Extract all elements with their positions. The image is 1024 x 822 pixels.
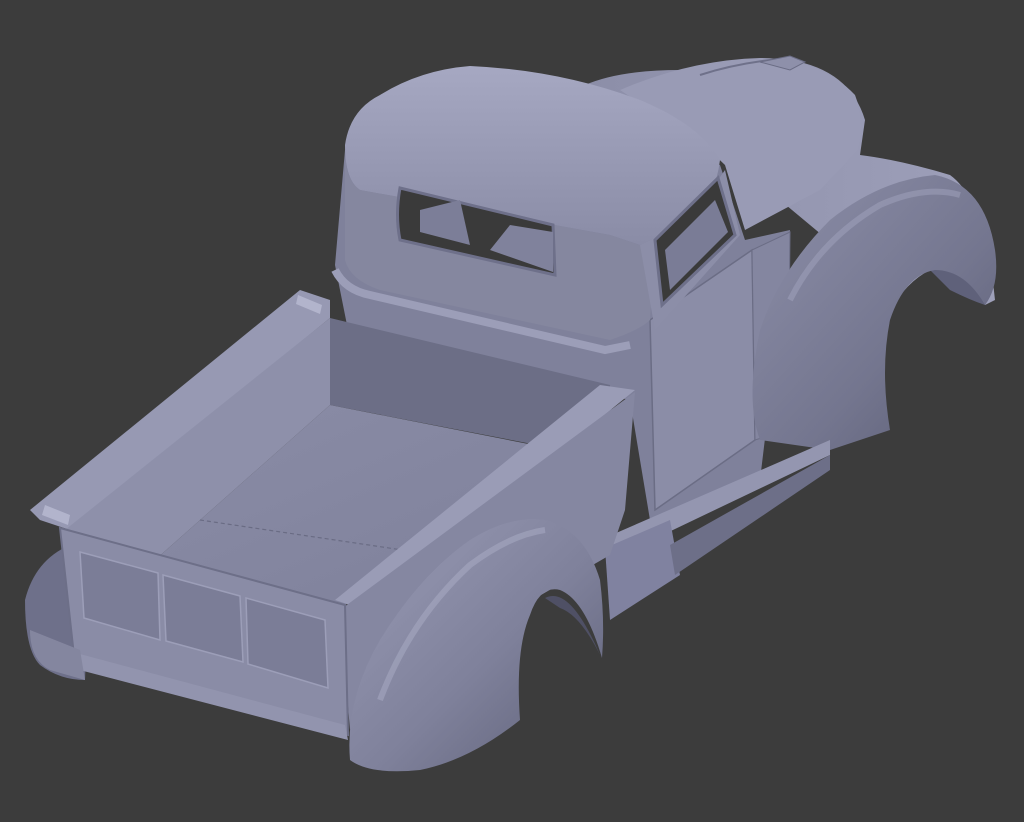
truck-model-render	[25, 55, 997, 772]
3d-viewport[interactable]	[0, 0, 1024, 822]
front-near-fender	[752, 175, 997, 450]
